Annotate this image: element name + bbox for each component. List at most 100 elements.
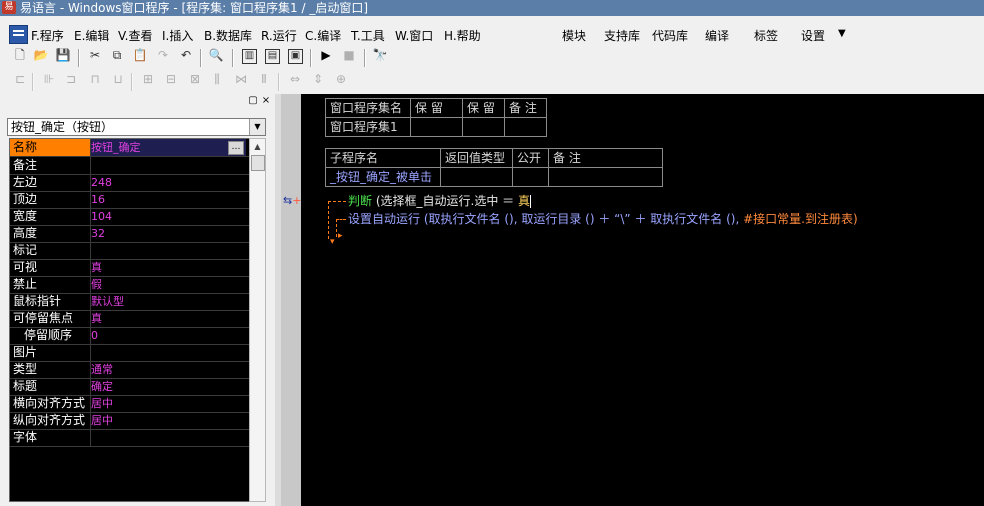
- property-row[interactable]: 备注: [10, 157, 249, 175]
- undo-icon[interactable]: ↶: [178, 47, 194, 63]
- property-value[interactable]: 104: [91, 208, 246, 225]
- cut-icon[interactable]: ✂: [87, 47, 103, 63]
- property-value[interactable]: 真: [91, 310, 246, 327]
- property-value[interactable]: [91, 429, 246, 446]
- object-selector[interactable]: 按钮_确定（按钮） ▼: [7, 118, 266, 136]
- new-file-icon[interactable]: 🗋: [12, 47, 28, 63]
- property-row[interactable]: 图片: [10, 344, 249, 362]
- code-line[interactable]: 判断 (选择框_自动运行.选中 ＝ 真: [348, 193, 531, 209]
- table-cell[interactable]: [440, 167, 513, 187]
- menu-help[interactable]: H.帮助: [444, 27, 481, 44]
- layout-full-icon[interactable]: ▣: [288, 49, 303, 64]
- property-row[interactable]: 左边 248: [10, 174, 249, 192]
- property-value[interactable]: 248: [91, 174, 246, 191]
- menu-window[interactable]: W.窗口: [395, 27, 433, 44]
- menu-tags[interactable]: 标签: [754, 27, 778, 44]
- property-value[interactable]: [91, 344, 246, 361]
- layout-left-icon[interactable]: ▥: [242, 49, 257, 64]
- panel-pin-icon[interactable]: ▢: [248, 96, 258, 106]
- menu-modules[interactable]: 模块: [562, 27, 586, 44]
- space-horizontal-icon[interactable]: ⫼: [209, 71, 225, 87]
- assembly-name-cell[interactable]: 窗口程序集1: [325, 117, 411, 137]
- property-row[interactable]: 可停留焦点真: [10, 310, 249, 328]
- find-icon[interactable]: 🔍: [208, 47, 224, 63]
- property-row[interactable]: 字体: [10, 429, 249, 447]
- menu-view[interactable]: V.查看: [118, 27, 152, 44]
- same-height-icon[interactable]: ⊟: [163, 71, 179, 87]
- property-scrollbar[interactable]: ▲: [249, 138, 266, 502]
- table-cell[interactable]: [512, 167, 549, 187]
- center-horizontal-icon[interactable]: ⇔: [287, 71, 303, 87]
- property-value[interactable]: 居中: [91, 412, 246, 429]
- menu-compile[interactable]: C.编译: [305, 27, 341, 44]
- menu-insert[interactable]: I.插入: [162, 27, 193, 44]
- app-menu-icon[interactable]: [9, 25, 28, 44]
- property-value[interactable]: [91, 157, 246, 174]
- table-cell[interactable]: [462, 117, 505, 137]
- property-value[interactable]: 0: [91, 327, 246, 344]
- run-icon[interactable]: ▶: [318, 47, 334, 63]
- property-row[interactable]: 横向对齐方式 居中: [10, 395, 249, 413]
- property-row[interactable]: 类型 通常: [10, 361, 249, 379]
- property-value[interactable]: 16: [91, 191, 246, 208]
- center-both-icon[interactable]: ⊕: [333, 71, 349, 87]
- property-value[interactable]: 假: [91, 276, 246, 293]
- property-value[interactable]: 真: [91, 259, 246, 276]
- code-line[interactable]: 设置自动运行 (取执行文件名 (), 取运行目录 () ＋ “\” ＋ 取执行文…: [348, 211, 858, 227]
- property-value[interactable]: 通常: [91, 361, 246, 378]
- space-vertical-icon[interactable]: ⋈: [233, 71, 249, 87]
- property-row[interactable]: 可视真: [10, 259, 249, 277]
- property-row[interactable]: 标题 确定: [10, 378, 249, 396]
- property-value[interactable]: 居中: [91, 395, 246, 412]
- table-cell[interactable]: [410, 117, 463, 137]
- property-row[interactable]: 标记: [10, 242, 249, 260]
- redo-icon[interactable]: ↷: [155, 47, 171, 63]
- subroutine-name-cell[interactable]: _按钮_确定_被单击: [325, 167, 441, 187]
- menu-support-lib[interactable]: 支持库: [604, 27, 640, 44]
- menu-code-lib[interactable]: 代码库: [652, 27, 688, 44]
- scroll-thumb[interactable]: [251, 155, 265, 171]
- align-left-icon[interactable]: ⊏: [12, 71, 28, 87]
- copy-icon[interactable]: ⧉: [109, 47, 125, 63]
- menu-run[interactable]: R.运行: [261, 27, 297, 44]
- property-value[interactable]: [91, 242, 246, 259]
- code-editor[interactable]: 窗口程序集名 保 留 保 留 备 注 窗口程序集1 子程序名 返回值类型 公开 …: [301, 94, 984, 506]
- binoculars-icon[interactable]: 🔭: [372, 47, 388, 63]
- align-bottom-icon[interactable]: ⊔: [110, 71, 126, 87]
- align-right-icon[interactable]: ⊐: [63, 71, 79, 87]
- paste-icon[interactable]: 📋: [132, 47, 148, 63]
- save-icon[interactable]: 💾: [55, 47, 71, 63]
- property-value[interactable]: 默认型: [91, 293, 246, 310]
- property-row[interactable]: 顶边 16: [10, 191, 249, 209]
- property-value[interactable]: 32: [91, 225, 246, 242]
- same-size-icon[interactable]: ⊠: [187, 71, 203, 87]
- stop-icon[interactable]: ■: [341, 47, 357, 63]
- layout-top-icon[interactable]: ▤: [265, 49, 280, 64]
- open-folder-icon[interactable]: 📂: [33, 47, 49, 63]
- property-row[interactable]: 纵向对齐方式 居中: [10, 412, 249, 430]
- property-row[interactable]: 停留顺序 0: [10, 327, 249, 345]
- menu-compile-right[interactable]: 编译: [705, 27, 729, 44]
- menu-tools[interactable]: T.工具: [351, 27, 385, 44]
- menu-database[interactable]: B.数据库: [204, 27, 252, 44]
- table-cell[interactable]: [548, 167, 663, 187]
- ellipsis-button[interactable]: …: [228, 141, 244, 155]
- distribute-icon[interactable]: Ⅱ: [256, 71, 272, 87]
- property-row[interactable]: 鼠标指针 默认型: [10, 293, 249, 311]
- align-top-icon[interactable]: ⊓: [87, 71, 103, 87]
- property-value[interactable]: 确定: [91, 378, 246, 395]
- property-value[interactable]: 按钮_确定…: [91, 139, 246, 156]
- table-cell[interactable]: [504, 117, 547, 137]
- property-row[interactable]: 宽度 104: [10, 208, 249, 226]
- menu-edit[interactable]: E.编辑: [74, 27, 109, 44]
- settings-dropdown-icon[interactable]: ▼: [838, 28, 846, 39]
- same-width-icon[interactable]: ⊞: [140, 71, 156, 87]
- center-vertical-icon[interactable]: ⇕: [310, 71, 326, 87]
- scroll-up-icon[interactable]: ▲: [250, 139, 265, 154]
- menu-settings[interactable]: 设置: [801, 27, 825, 44]
- property-row[interactable]: 禁止假: [10, 276, 249, 294]
- property-row[interactable]: 名称 按钮_确定…: [10, 139, 249, 157]
- panel-close-icon[interactable]: ×: [261, 96, 271, 106]
- property-row[interactable]: 高度 32: [10, 225, 249, 243]
- chevron-down-icon[interactable]: ▼: [249, 119, 265, 135]
